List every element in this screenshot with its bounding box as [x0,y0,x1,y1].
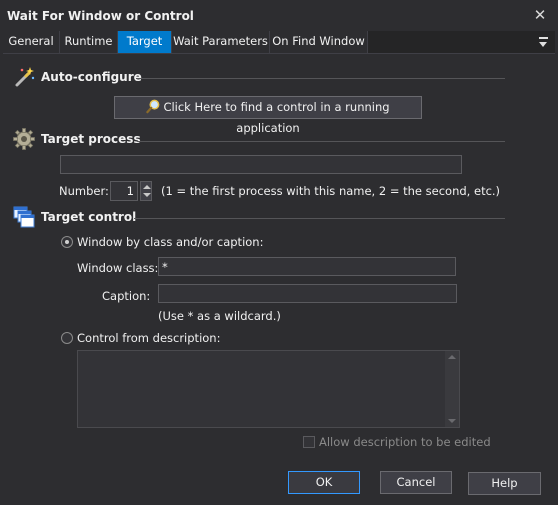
number-hint: (1 = the first process with this name, 2… [161,184,501,198]
window-title: Wait For Window or Control [7,9,194,23]
close-button[interactable]: ✕ [530,5,550,25]
target-process-heading: Target process [41,132,141,146]
process-number-input[interactable] [110,181,138,201]
process-name-input[interactable] [60,155,462,174]
wildcard-hint: (Use * as a wildcard.) [158,309,281,323]
process-number-stepper[interactable] [140,181,152,201]
help-button[interactable]: Help [468,472,541,495]
divider [137,141,505,142]
tab-content-target: Auto-configure Click Here to find a cont… [3,53,555,502]
windows-stack-icon [13,206,35,228]
divider [136,78,505,79]
radio-class-caption[interactable] [61,236,73,248]
auto-configure-header: Auto-configure [13,66,142,88]
tab-strip: General Runtime Target Wait Parameters O… [3,31,555,53]
radio-control-description[interactable] [61,332,73,344]
cancel-button[interactable]: Cancel [380,471,452,494]
caption-input[interactable] [158,284,457,303]
target-control-heading: Target control [41,210,137,224]
tab-target[interactable]: Target [118,31,172,53]
tab-on-find-window[interactable]: On Find Window [270,31,368,53]
scroll-down-icon [448,419,456,423]
caption-label: Caption: [102,289,151,303]
target-control-header: Target control [13,206,136,228]
tab-overflow-menu-button[interactable] [537,33,551,51]
target-process-header: Target process [13,128,141,150]
radio-control-description-label[interactable]: Control from description: [77,331,220,345]
ok-button[interactable]: OK [288,471,360,494]
description-textarea[interactable] [77,350,460,428]
chevron-up-icon [143,185,151,189]
title-bar: Wait For Window or Control ✕ [0,0,558,31]
radio-class-caption-label[interactable]: Window by class and/or caption: [77,235,263,249]
tab-wait-parameters[interactable]: Wait Parameters [172,31,270,53]
tab-general[interactable]: General [3,31,60,53]
gear-icon [13,128,35,150]
allow-edit-checkbox[interactable] [303,436,315,448]
find-control-label: Click Here to find a control in a runnin… [163,100,390,135]
auto-configure-heading: Auto-configure [41,70,142,84]
scroll-up-icon [448,355,456,359]
description-scrollbar[interactable] [445,351,459,427]
close-icon: ✕ [533,6,547,24]
find-control-button[interactable]: Click Here to find a control in a runnin… [114,96,422,135]
chevron-down-icon [539,42,547,47]
allow-edit-label[interactable]: Allow description to be edited [319,435,491,449]
number-label: Number: [59,184,109,198]
divider [134,218,505,219]
tab-runtime[interactable]: Runtime [60,31,118,53]
chevron-down-icon [143,193,151,197]
menu-bar-icon [539,37,548,39]
window-class-label: Window class: [77,261,159,275]
window-class-input[interactable] [158,257,456,276]
magnifier-icon [146,99,160,114]
magic-wand-icon [15,67,35,87]
